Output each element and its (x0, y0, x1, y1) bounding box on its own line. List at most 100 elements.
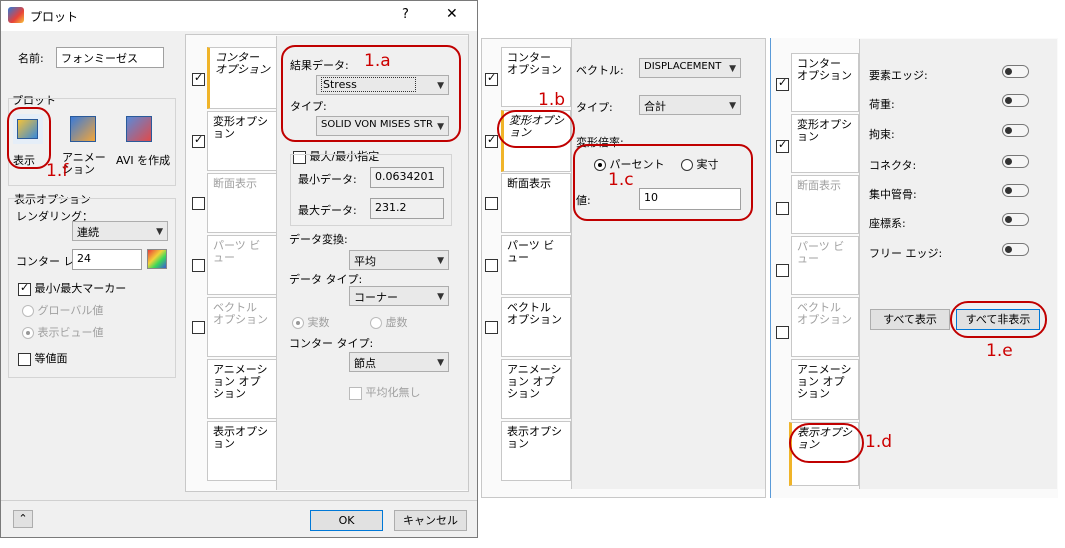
animation-button[interactable] (68, 114, 98, 144)
right-tab-part-view[interactable]: パーツ ビュー (791, 236, 859, 295)
mid-tab-check-deform[interactable] (485, 133, 498, 148)
tab-check-vector-box[interactable] (192, 320, 205, 334)
real-radio[interactable] (292, 317, 304, 329)
tab-check-section-box[interactable] (192, 196, 205, 210)
imag-row[interactable]: 虚数 (370, 314, 408, 330)
help-button[interactable]: ? (402, 7, 409, 22)
chevron-down-icon: ▼ (437, 256, 444, 266)
name-input[interactable]: フォンミーゼス (56, 47, 164, 68)
tab-check-contour-box[interactable] (192, 71, 205, 86)
view-value-radio[interactable] (22, 327, 34, 339)
cancel-button[interactable]: キャンセル (394, 510, 467, 531)
right-tab-check-parts-box[interactable] (776, 263, 789, 277)
elem-edge-toggle[interactable] (1002, 65, 1029, 78)
chevron-down-icon: ▼ (437, 292, 444, 302)
right-tab-check-contour[interactable] (776, 76, 789, 91)
global-value-row[interactable]: グローバル値 (22, 302, 103, 318)
chevron-down-icon: ▼ (729, 64, 736, 74)
right-tab-check-contour-box[interactable] (776, 76, 789, 91)
imag-radio[interactable] (370, 317, 382, 329)
tab-check-parts[interactable] (192, 258, 205, 272)
tab-deform-options[interactable]: 変形オプション (207, 111, 277, 171)
right-tab-check-section[interactable] (776, 201, 789, 215)
lumped-mass-toggle[interactable] (1002, 184, 1029, 197)
tab-animation-options[interactable]: アニメーション オプション (207, 359, 277, 419)
vector-select[interactable]: DISPLACEMENT ▼ (639, 58, 741, 78)
annotation-1d: 1.d (865, 432, 893, 452)
right-tab-check-parts[interactable] (776, 263, 789, 277)
tab-vector-options-label: ベクトル オプション (213, 301, 268, 326)
tab-check-deform-box[interactable] (192, 133, 205, 148)
minmax-marker-row[interactable]: 最小/最大マーカー (18, 280, 126, 296)
tab-vector-options[interactable]: ベクトル オプション (207, 297, 277, 357)
no-average-checkbox[interactable] (349, 386, 362, 400)
tab-contour-options[interactable]: コンター オプション (207, 47, 277, 109)
right-tab-section-view[interactable]: 断面表示 (791, 175, 859, 234)
right-tab-vector-options[interactable]: ベクトル オプション (791, 297, 859, 357)
mid-tab-vector-options[interactable]: ベクトル オプション (501, 297, 571, 357)
real-row[interactable]: 実数 (292, 314, 330, 330)
global-value-radio[interactable] (22, 305, 34, 317)
isosurface-checkbox[interactable] (18, 352, 31, 366)
right-tab-contour-options[interactable]: コンター オプション (791, 53, 859, 112)
tab-part-view[interactable]: パーツ ビュー (207, 235, 277, 295)
mid-tab-display-options[interactable]: 表示オプション (501, 421, 571, 481)
right-tab-animation-options[interactable]: アニメーション オプション (791, 359, 859, 420)
close-icon[interactable]: ✕ (446, 6, 458, 22)
tab-check-parts-box[interactable] (192, 258, 205, 272)
rendering-select[interactable]: 連続 ▼ (72, 221, 168, 241)
isosurface-row[interactable]: 等値面 (18, 350, 68, 366)
mid-tab-part-view[interactable]: パーツ ビュー (501, 235, 571, 295)
contour-type-select[interactable]: 節点 ▼ (349, 352, 449, 372)
free-edge-toggle[interactable] (1002, 243, 1029, 256)
view-value-row[interactable]: 表示ビュー値 (22, 324, 104, 340)
mid-tab-check-parts[interactable] (485, 258, 498, 272)
right-tab-check-section-box[interactable] (776, 201, 789, 215)
load-toggle[interactable] (1002, 94, 1029, 107)
mid-tab-check-vector[interactable] (485, 320, 498, 334)
mid-tab-section-view[interactable]: 断面表示 (501, 173, 571, 233)
annotation-1b: 1.b (538, 90, 566, 110)
data-conversion-value: 平均 (354, 255, 376, 268)
minmax-marker-checkbox[interactable] (18, 281, 31, 296)
data-conversion-select[interactable]: 平均 ▼ (349, 250, 449, 270)
tab-check-section[interactable] (192, 196, 205, 210)
color-map-button[interactable] (147, 249, 167, 269)
mid-tab-check-contour-box[interactable] (485, 71, 498, 86)
mid-tab-check-contour[interactable] (485, 71, 498, 86)
contour-levels-input[interactable]: 24 (72, 249, 142, 270)
data-type-select[interactable]: コーナー ▼ (349, 286, 449, 306)
minmax-marker-label: 最小/最大マーカー (34, 282, 127, 295)
global-value-label: グローバル値 (37, 304, 104, 317)
right-tab-deform-options[interactable]: 変形オプション (791, 114, 859, 173)
tab-contour-options-label: コンター オプション (215, 51, 270, 76)
right-tab-check-deform[interactable] (776, 138, 789, 153)
connector-toggle[interactable] (1002, 155, 1029, 168)
contour-type-label: コンター タイプ: (289, 337, 374, 350)
constraint-toggle[interactable] (1002, 124, 1029, 137)
tab-check-vector[interactable] (192, 320, 205, 334)
mid-tab-check-section-box[interactable] (485, 196, 498, 210)
mid-tab-check-vector-box[interactable] (485, 320, 498, 334)
isosurface-label: 等値面 (34, 352, 68, 365)
ok-button[interactable]: OK (310, 510, 383, 531)
right-tab-check-vector-box[interactable] (776, 325, 789, 339)
tab-check-contour[interactable] (192, 71, 205, 86)
tab-section-view[interactable]: 断面表示 (207, 173, 277, 233)
right-tab-check-deform-box[interactable] (776, 138, 789, 153)
dialog-title: プロット (30, 10, 79, 24)
coord-system-toggle[interactable] (1002, 213, 1029, 226)
mid-tab-check-section[interactable] (485, 196, 498, 210)
mid-tab-animation-options[interactable]: アニメーション オプション (501, 359, 571, 419)
mid-tab-check-parts-box[interactable] (485, 258, 498, 272)
collapse-button[interactable]: ⌃ (13, 510, 33, 528)
tab-display-options[interactable]: 表示オプション (207, 421, 277, 481)
right-tab-check-vector[interactable] (776, 325, 789, 339)
show-all-button[interactable]: すべて表示 (870, 309, 950, 330)
no-average-row[interactable]: 平均化無し (349, 384, 421, 400)
mid-tab-check-deform-box[interactable] (485, 133, 498, 148)
avi-button[interactable] (124, 114, 154, 144)
tab-check-deform[interactable] (192, 133, 205, 148)
right-tab-vector-options-label: ベクトル オプション (797, 301, 852, 326)
deform-type-select[interactable]: 合計 ▼ (639, 95, 741, 115)
